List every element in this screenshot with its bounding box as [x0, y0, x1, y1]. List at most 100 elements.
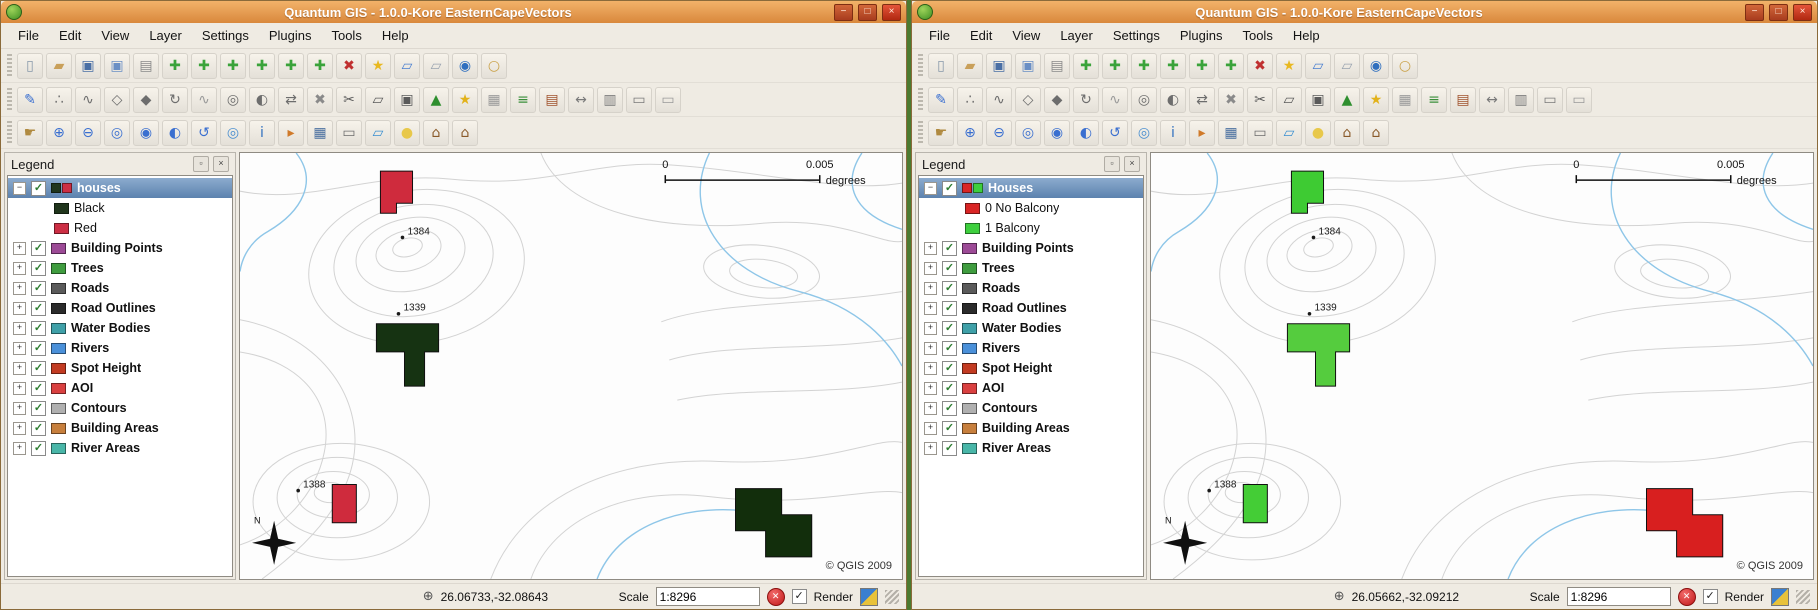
title-bar[interactable]: Quantum GIS - 1.0.0-Kore EasternCapeVect… — [912, 1, 1817, 23]
tree-green-icon[interactable]: ▲ — [423, 87, 449, 113]
expander-icon[interactable]: + — [13, 422, 26, 435]
layers-hidden-icon[interactable]: ▱ — [423, 53, 449, 79]
capture-point-icon[interactable]: ∴ — [957, 87, 983, 113]
menu-edit[interactable]: Edit — [50, 25, 90, 46]
expander-icon[interactable]: + — [924, 302, 937, 315]
save-project-icon[interactable]: ▣ — [75, 53, 101, 79]
eye-icon[interactable]: ◉ — [1363, 53, 1389, 79]
layer-checkbox[interactable]: ✓ — [942, 281, 957, 296]
attribute-table-icon[interactable]: ▦ — [1218, 120, 1244, 146]
legend-layer-row[interactable]: +✓Water Bodies — [919, 318, 1143, 338]
home-alt-icon[interactable]: ⌂ — [452, 120, 478, 146]
legend-layer-row[interactable]: +✓River Areas — [8, 438, 232, 458]
layer-checkbox[interactable]: ✓ — [942, 261, 957, 276]
toolbar-handle[interactable] — [918, 88, 923, 112]
pencil-icon[interactable]: ✎ — [928, 87, 954, 113]
expander-icon[interactable]: + — [924, 282, 937, 295]
home-icon[interactable]: ⌂ — [423, 120, 449, 146]
speech-bubble-icon[interactable]: ○ — [1392, 53, 1418, 79]
expander-icon[interactable]: + — [13, 262, 26, 275]
capture-polygon-icon[interactable]: ◇ — [1015, 87, 1041, 113]
select-cursor-icon[interactable]: ▸ — [1189, 120, 1215, 146]
layer-checkbox[interactable]: ✓ — [942, 441, 957, 456]
legend-layer-row[interactable]: +✓Water Bodies — [8, 318, 232, 338]
layers-hidden-icon[interactable]: ▱ — [1334, 53, 1360, 79]
add-vector-layer-icon[interactable]: ✚ — [162, 53, 188, 79]
capture-line-icon[interactable]: ∿ — [986, 87, 1012, 113]
menu-plugins[interactable]: Plugins — [1171, 25, 1232, 46]
minimize-button[interactable]: − — [1745, 4, 1764, 21]
expander-icon[interactable]: + — [13, 402, 26, 415]
maximize-button[interactable]: □ — [1769, 4, 1788, 21]
scale-input[interactable] — [1567, 587, 1671, 606]
expander-icon[interactable]: + — [924, 402, 937, 415]
add-vector-layer-icon[interactable]: ✚ — [1073, 53, 1099, 79]
legend-layer-row[interactable]: +✓Contours — [919, 398, 1143, 418]
legend-layer-row[interactable]: +✓AOI — [919, 378, 1143, 398]
remove-layer-icon[interactable]: ✖ — [336, 53, 362, 79]
menu-tools[interactable]: Tools — [1233, 25, 1281, 46]
rotate-icon[interactable]: ↻ — [1073, 87, 1099, 113]
new-project-icon[interactable]: ▯ — [928, 53, 954, 79]
menu-layer[interactable]: Layer — [1051, 25, 1102, 46]
expander-icon[interactable]: + — [924, 342, 937, 355]
detach-panel-icon[interactable]: ▫ — [193, 156, 209, 172]
add-ring-icon[interactable]: ◎ — [220, 87, 246, 113]
eye-icon[interactable]: ◉ — [452, 53, 478, 79]
legend-layer-row[interactable]: +✓Building Areas — [919, 418, 1143, 438]
measure-area-icon[interactable]: ▱ — [365, 120, 391, 146]
simplify-icon[interactable]: ∿ — [1102, 87, 1128, 113]
capture-point-icon[interactable]: ∴ — [46, 87, 72, 113]
legend-layer-row[interactable]: +✓Road Outlines — [919, 298, 1143, 318]
expander-icon[interactable]: + — [924, 322, 937, 335]
zoom-full-icon[interactable]: ◎ — [1015, 120, 1041, 146]
map-canvas[interactable]: 1384 1339 1388 0 0.005 degrees N © QGIS … — [240, 153, 902, 579]
paste-icon[interactable]: ▣ — [394, 87, 420, 113]
green-layers-icon[interactable]: ≡ — [1421, 87, 1447, 113]
layer-checkbox[interactable]: ✓ — [942, 241, 957, 256]
refresh-globe-icon[interactable]: ◎ — [220, 120, 246, 146]
expander-icon[interactable]: − — [924, 182, 937, 195]
legend-layer-row[interactable]: +✓River Areas — [919, 438, 1143, 458]
render-checkbox[interactable]: ✓ — [1703, 589, 1718, 604]
legend-layer-row[interactable]: +✓Trees — [8, 258, 232, 278]
add-raster-layer-icon[interactable]: ✚ — [1102, 53, 1128, 79]
expander-icon[interactable]: + — [13, 282, 26, 295]
delete-selected-icon[interactable]: ✖ — [1218, 87, 1244, 113]
menu-help[interactable]: Help — [1284, 25, 1329, 46]
move-vertex-icon[interactable]: ◆ — [1044, 87, 1070, 113]
layer-checkbox[interactable]: ✓ — [31, 281, 46, 296]
legend-class-row[interactable]: Black — [8, 198, 232, 218]
map-view[interactable]: 1384 1339 1388 0 0.005 degrees N © QGIS … — [1150, 152, 1814, 580]
legend-layer-row[interactable]: +✓Roads — [8, 278, 232, 298]
move-feature-icon[interactable]: ⇄ — [278, 87, 304, 113]
menu-settings[interactable]: Settings — [1104, 25, 1169, 46]
layer-checkbox[interactable]: ✓ — [942, 321, 957, 336]
capture-polygon-icon[interactable]: ◇ — [104, 87, 130, 113]
attribute-table-icon[interactable]: ▦ — [307, 120, 333, 146]
layer-checkbox[interactable]: ✓ — [31, 421, 46, 436]
frame-alt-icon[interactable]: ▭ — [655, 87, 681, 113]
add-wms-layer-icon[interactable]: ✚ — [1160, 53, 1186, 79]
coordinate-capture-icon[interactable]: ⊕ — [1334, 589, 1345, 604]
frame-icon[interactable]: ▭ — [626, 87, 652, 113]
toolbar-handle[interactable] — [918, 121, 923, 145]
expander-icon[interactable]: + — [13, 362, 26, 375]
menu-view[interactable]: View — [92, 25, 138, 46]
map-tips-icon[interactable]: ● — [394, 120, 420, 146]
add-postgis-layer-icon[interactable]: ✚ — [220, 53, 246, 79]
menu-layer[interactable]: Layer — [140, 25, 191, 46]
legend-class-row[interactable]: 0 No Balcony — [919, 198, 1143, 218]
measure-area-icon[interactable]: ▱ — [1276, 120, 1302, 146]
toolbar-handle[interactable] — [7, 88, 12, 112]
menu-settings[interactable]: Settings — [193, 25, 258, 46]
layer-checkbox[interactable]: ✓ — [31, 241, 46, 256]
frame-icon[interactable]: ▭ — [1537, 87, 1563, 113]
close-button[interactable]: × — [1793, 4, 1812, 21]
legend-layer-row[interactable]: +✓AOI — [8, 378, 232, 398]
cut-icon[interactable]: ✂ — [336, 87, 362, 113]
close-button[interactable]: × — [882, 4, 901, 21]
mirror-icon[interactable]: ▥ — [597, 87, 623, 113]
add-island-icon[interactable]: ◐ — [1160, 87, 1186, 113]
layer-checkbox[interactable]: ✓ — [31, 401, 46, 416]
